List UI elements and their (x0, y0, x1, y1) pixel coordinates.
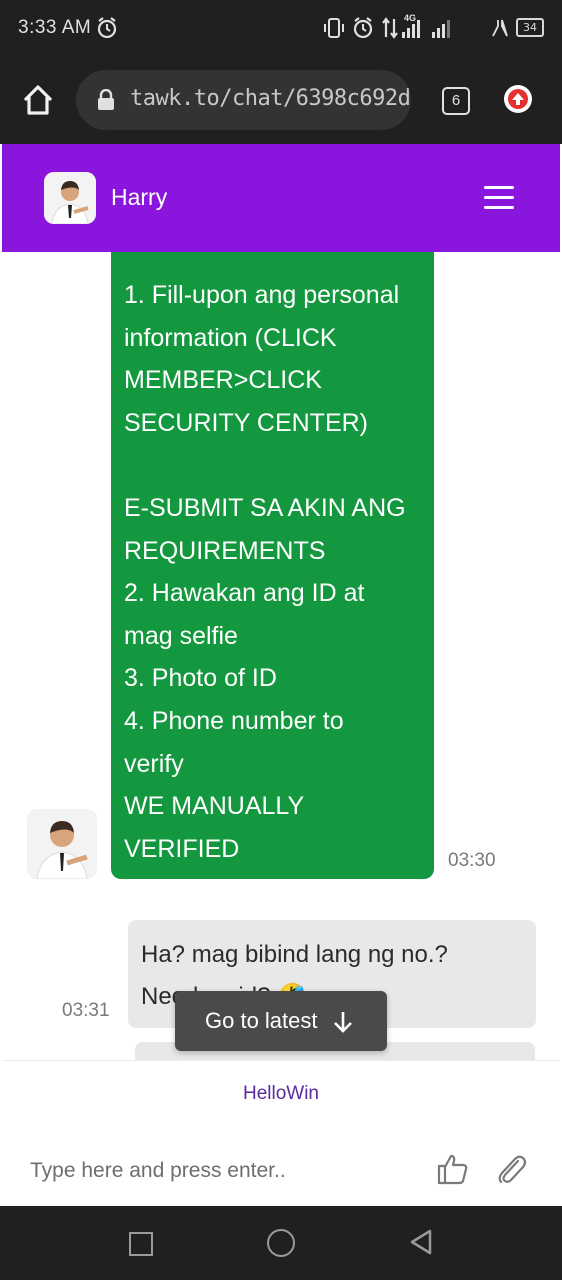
agent-avatar (44, 172, 96, 224)
alarm-icon (97, 17, 117, 39)
agent-portrait-icon (27, 809, 97, 879)
user-message-time: 03:31 (62, 1000, 110, 1021)
message-line: mag selfie (124, 621, 238, 650)
lock-icon (98, 89, 114, 110)
message-line: MEMBER>CLICK (124, 366, 322, 395)
hamburger-menu-icon[interactable] (484, 186, 514, 210)
tab-switcher-button[interactable]: 6 (442, 87, 470, 115)
agent-name: Harry (111, 184, 168, 210)
agent-message-avatar (27, 809, 97, 879)
agent-message-bubble: 1. Fill-upon ang personal information (C… (111, 252, 434, 905)
message-input[interactable] (30, 1153, 420, 1189)
status-bar: 3:33 AM 4G 34 (0, 0, 562, 58)
message-line: 4. Phone number to (124, 706, 344, 735)
signal-icon-2 (432, 20, 450, 38)
alarm-icon-2 (353, 17, 373, 39)
battery-indicator: 34 (516, 18, 544, 37)
go-to-latest-button[interactable]: Go to latest (175, 991, 387, 1051)
arrow-down-icon (334, 1012, 352, 1033)
message-line: information (CLICK (124, 323, 337, 352)
upload-button[interactable] (504, 85, 532, 113)
message-line: SECURITY CENTER) (124, 408, 369, 437)
system-navigation-bar (0, 1206, 562, 1280)
url-text: tawk.to/chat/6398c692da (130, 86, 411, 111)
go-to-latest-label: Go to latest (205, 1008, 318, 1033)
message-line: WE MANUALLY VERIFIED (124, 792, 304, 863)
message-line: 1. Fill-upon ang personal (124, 281, 400, 309)
browser-toolbar: tawk.to/chat/6398c692da 6 (0, 58, 562, 144)
thumbs-up-icon[interactable] (436, 1152, 470, 1186)
address-bar[interactable]: tawk.to/chat/6398c692da (76, 70, 411, 130)
data-transfer-icon (382, 17, 398, 39)
message-line: YOUR NUMBER (124, 877, 312, 906)
lab-icon (492, 19, 508, 37)
back-triangle-icon[interactable] (408, 1228, 434, 1256)
message-line: REQUIREMENTS (124, 536, 326, 565)
vibrate-icon (324, 18, 344, 38)
recent-apps-button[interactable] (129, 1232, 153, 1256)
brand-label[interactable]: HelloWin (2, 1083, 560, 1105)
signal-icon (402, 20, 420, 38)
message-line: verify (124, 749, 184, 778)
upload-arrow-icon (508, 89, 528, 109)
home-nav-button[interactable] (267, 1229, 295, 1257)
message-line (124, 444, 422, 487)
home-icon[interactable] (20, 82, 56, 118)
status-time: 3:33 AM (18, 17, 92, 38)
chat-footer: HelloWin (2, 1060, 560, 1207)
message-line: Ha? mag bibind lang ng no.? (141, 941, 448, 968)
paperclip-icon[interactable] (494, 1152, 528, 1186)
message-line: 2. Hawakan ang ID at (124, 579, 365, 608)
chat-header: Harry (2, 144, 560, 252)
message-line: 3. Photo of ID (124, 664, 277, 693)
agent-portrait-icon (44, 172, 96, 224)
message-line: E-SUBMIT SA AKIN ANG (124, 493, 406, 522)
chat-messages[interactable]: 1. Fill-upon ang personal information (C… (2, 252, 560, 1060)
agent-message-time: 03:30 (448, 850, 496, 871)
